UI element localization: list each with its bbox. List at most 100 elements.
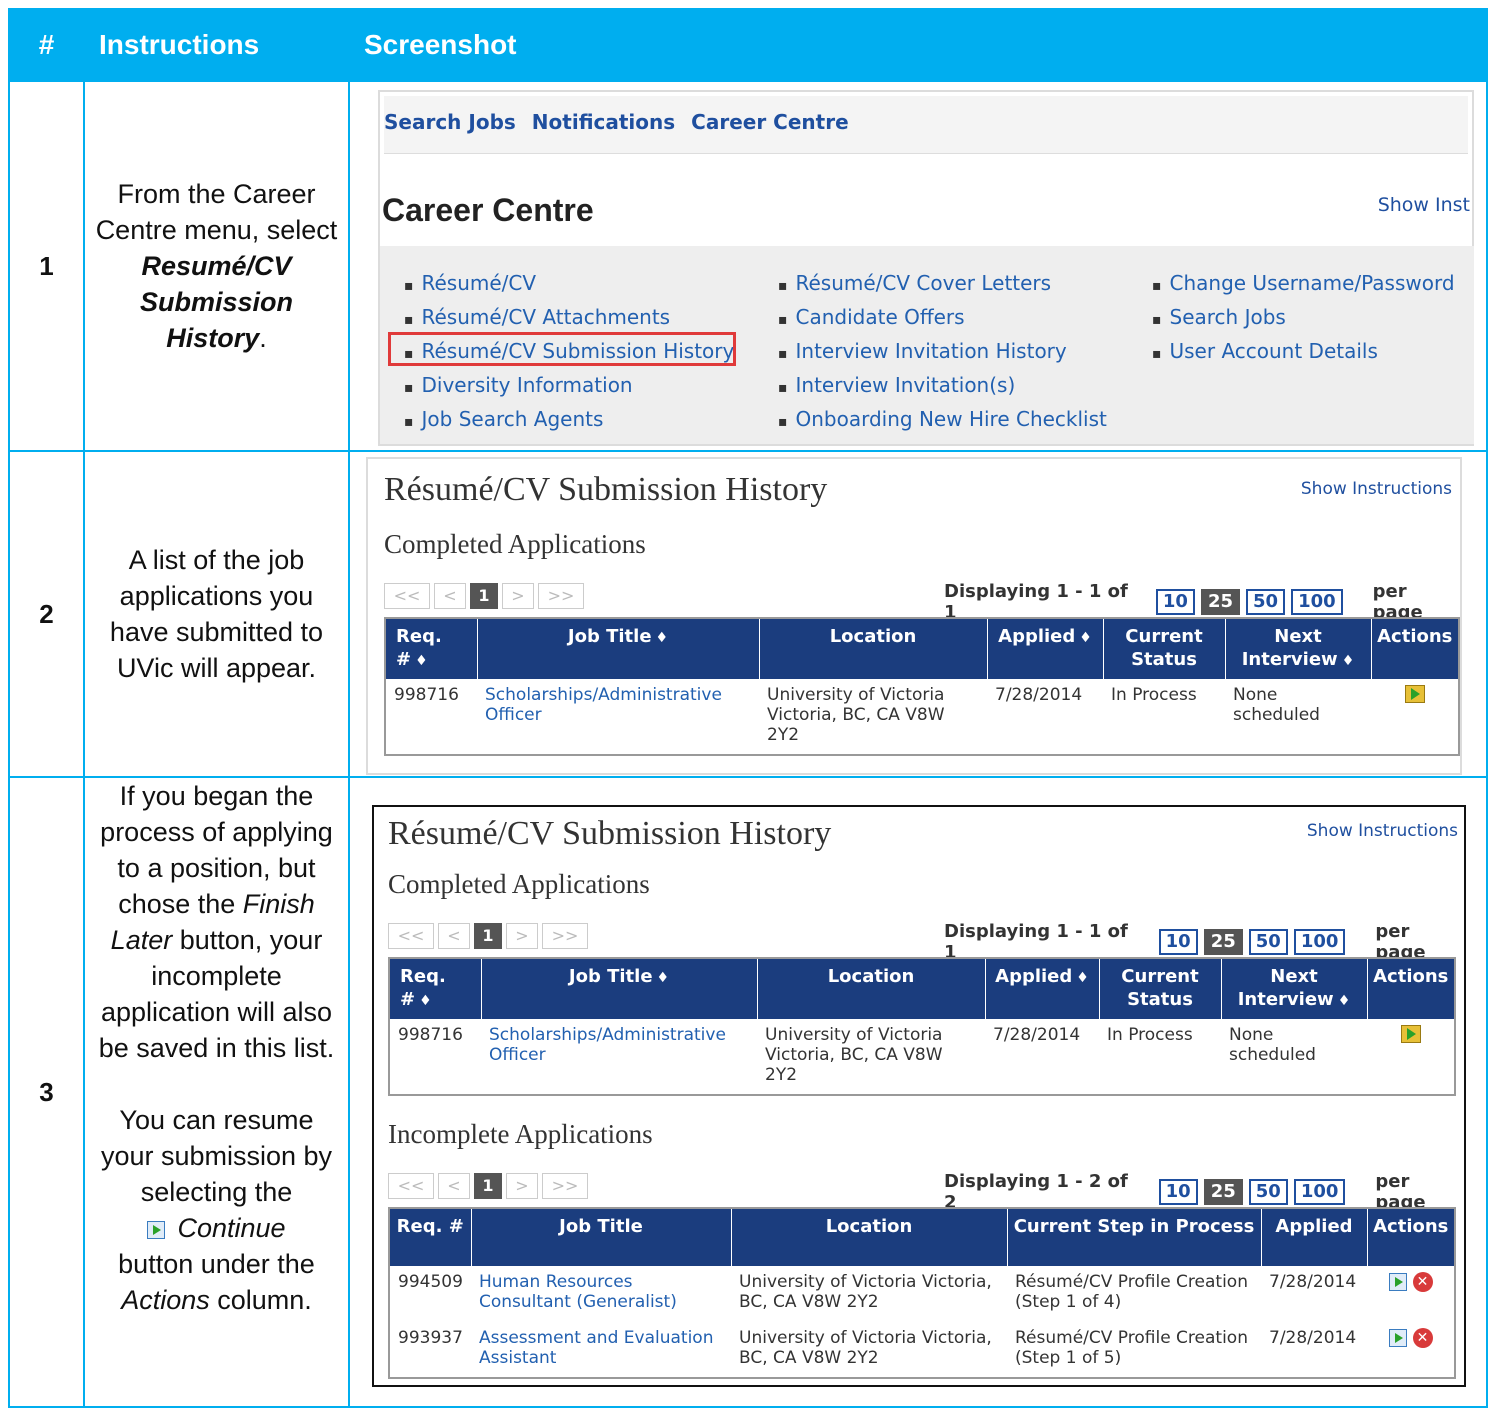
pager-last[interactable]: >>	[542, 1173, 588, 1199]
th-step: Current Step in Process	[1007, 1208, 1262, 1266]
pager: << < 1 > >>	[384, 583, 584, 609]
submission-history-panel: Résumé/CV Submission History Show Instru…	[366, 457, 1462, 775]
instr-text: You can resume your submission by select…	[100, 1105, 333, 1207]
pager-prev[interactable]: <	[438, 1173, 470, 1199]
per-page-100[interactable]: 100	[1293, 1179, 1346, 1205]
sort-icon[interactable]: ♦	[415, 653, 428, 669]
continue-icon[interactable]	[1388, 1329, 1407, 1347]
per-page-50[interactable]: 50	[1246, 589, 1286, 615]
delete-icon[interactable]: ✕	[1412, 1328, 1433, 1348]
incomplete-table: Req. # Job Title Location Current Step i…	[388, 1207, 1456, 1379]
pager-first[interactable]: <<	[388, 1173, 434, 1199]
nav-notifications[interactable]: Notifications	[532, 110, 675, 153]
incomplete-heading: Incomplete Applications	[388, 1119, 653, 1149]
pager-prev[interactable]: <	[434, 583, 466, 609]
menu-search-jobs[interactable]: Search Jobs	[1152, 300, 1455, 334]
th-next[interactable]: Next Interview ♦	[1225, 618, 1372, 679]
sort-icon[interactable]: ♦	[656, 630, 669, 646]
pager-current[interactable]: 1	[474, 923, 502, 949]
cell-location: University of Victoria Victoria, BC, CA …	[739, 1272, 992, 1312]
th-job[interactable]: Job Title ♦	[481, 958, 758, 1019]
per-page-50[interactable]: 50	[1248, 929, 1288, 955]
per-page-100[interactable]: 100	[1291, 589, 1343, 615]
delete-icon[interactable]: ✕	[1412, 1272, 1433, 1292]
menu-job-search-agents[interactable]: Job Search Agents	[404, 402, 734, 436]
menu-interview-invitations[interactable]: Interview Invitation(s)	[778, 368, 1107, 402]
sort-icon[interactable]: ♦	[419, 993, 432, 1009]
cell-job[interactable]: Scholarships/Administrative Officer	[477, 679, 759, 755]
cell-job[interactable]: Assessment and Evaluation Assistant	[471, 1322, 731, 1378]
action-icon[interactable]	[1400, 1025, 1421, 1043]
pager-first[interactable]: <<	[388, 923, 434, 949]
sort-icon[interactable]: ♦	[1079, 630, 1092, 646]
sort-icon[interactable]: ♦	[1338, 993, 1351, 1009]
pager-next[interactable]: >	[506, 923, 538, 949]
th-req[interactable]: Req. # ♦	[385, 618, 478, 679]
per-page-10[interactable]: 10	[1158, 929, 1198, 955]
menu-account-details[interactable]: User Account Details	[1152, 334, 1455, 368]
per-page-25[interactable]: 25	[1203, 929, 1243, 955]
continue-icon[interactable]	[1388, 1273, 1407, 1291]
cell-job[interactable]: Scholarships/Administrative Officer	[481, 1019, 757, 1095]
cell-step: Résumé/CV Profile Creation (Step 1 of 4)	[1015, 1272, 1248, 1312]
job-link[interactable]: Scholarships/Administrative Officer	[489, 1025, 726, 1065]
th-status: Current Status	[1099, 958, 1222, 1019]
show-instructions-link[interactable]: Show Instructions	[1307, 821, 1458, 841]
cell-applied: 7/28/2014	[993, 1025, 1081, 1045]
th-applied[interactable]: Applied ♦	[985, 958, 1100, 1019]
per-page-10[interactable]: 10	[1155, 589, 1195, 615]
menu-candidate-offers[interactable]: Candidate Offers	[778, 300, 1107, 334]
menu-diversity[interactable]: Diversity Information	[404, 368, 734, 402]
pager: << < 1 > >>	[388, 1173, 588, 1199]
th-job[interactable]: Job Title ♦	[477, 618, 760, 679]
per-page-10[interactable]: 10	[1158, 1179, 1198, 1205]
pager-prev[interactable]: <	[438, 923, 470, 949]
per-page-25[interactable]: 25	[1200, 589, 1240, 615]
show-instructions-link[interactable]: Show Instructions	[1301, 479, 1452, 499]
th-applied[interactable]: Applied ♦	[987, 618, 1104, 679]
sort-icon[interactable]: ♦	[657, 970, 670, 986]
instr-paragraph: You can resume your submission by select…	[93, 1102, 340, 1318]
nav-career-centre[interactable]: Career Centre	[691, 110, 848, 153]
col-header-screenshot: Screenshot	[348, 8, 1488, 82]
menu-change-password[interactable]: Change Username/Password	[1152, 266, 1455, 300]
th-actions: Actions	[1367, 1208, 1455, 1266]
menu-onboarding[interactable]: Onboarding New Hire Checklist	[778, 402, 1107, 436]
screenshot-cell: Résumé/CV Submission History Show Instru…	[348, 776, 1488, 1408]
show-instructions-link[interactable]: Show Inst	[1378, 194, 1470, 216]
pager-last[interactable]: >>	[542, 923, 588, 949]
pager: << < 1 > >>	[388, 923, 588, 949]
pager-first[interactable]: <<	[384, 583, 430, 609]
menu-cover-letters[interactable]: Résumé/CV Cover Letters	[778, 266, 1107, 300]
cell-job[interactable]: Human Resources Consultant (Generalist)	[471, 1266, 731, 1322]
pager-last[interactable]: >>	[538, 583, 584, 609]
cell-status: In Process	[1111, 685, 1197, 705]
job-link[interactable]: Scholarships/Administrative Officer	[485, 685, 722, 725]
pager-next[interactable]: >	[506, 1173, 538, 1199]
job-link[interactable]: Human Resources Consultant (Generalist)	[479, 1272, 677, 1312]
pager-next[interactable]: >	[502, 583, 534, 609]
th-next[interactable]: Next Interview ♦	[1221, 958, 1368, 1019]
th-req[interactable]: Req. # ♦	[389, 958, 482, 1019]
table-row: 998716 Scholarships/Administrative Offic…	[385, 679, 1459, 755]
per-page-100[interactable]: 100	[1293, 929, 1346, 955]
action-icon[interactable]	[1404, 685, 1425, 703]
cell-actions: ✕	[1367, 1322, 1455, 1378]
sort-icon[interactable]: ♦	[1342, 653, 1355, 669]
menu-resume-attachments[interactable]: Résumé/CV Attachments	[404, 300, 734, 334]
per-page-25[interactable]: 25	[1203, 1179, 1243, 1205]
cell-step: Résumé/CV Profile Creation (Step 1 of 5)	[1015, 1328, 1248, 1368]
highlight-box	[388, 332, 736, 366]
submission-history-panel: Résumé/CV Submission History Show Instru…	[372, 805, 1466, 1387]
pager-current[interactable]: 1	[474, 1173, 502, 1199]
cell-location: University of Victoria Victoria, BC, CA …	[767, 685, 945, 745]
job-link[interactable]: Assessment and Evaluation Assistant	[479, 1328, 713, 1368]
menu-resume[interactable]: Résumé/CV	[404, 266, 734, 300]
menu-interview-history[interactable]: Interview Invitation History	[778, 334, 1107, 368]
nav-search-jobs[interactable]: Search Jobs	[384, 110, 516, 153]
per-page-50[interactable]: 50	[1248, 1179, 1288, 1205]
instr-text: button under the	[118, 1249, 315, 1279]
pager-current[interactable]: 1	[470, 583, 498, 609]
continue-icon	[147, 1220, 166, 1239]
sort-icon[interactable]: ♦	[1076, 970, 1089, 986]
